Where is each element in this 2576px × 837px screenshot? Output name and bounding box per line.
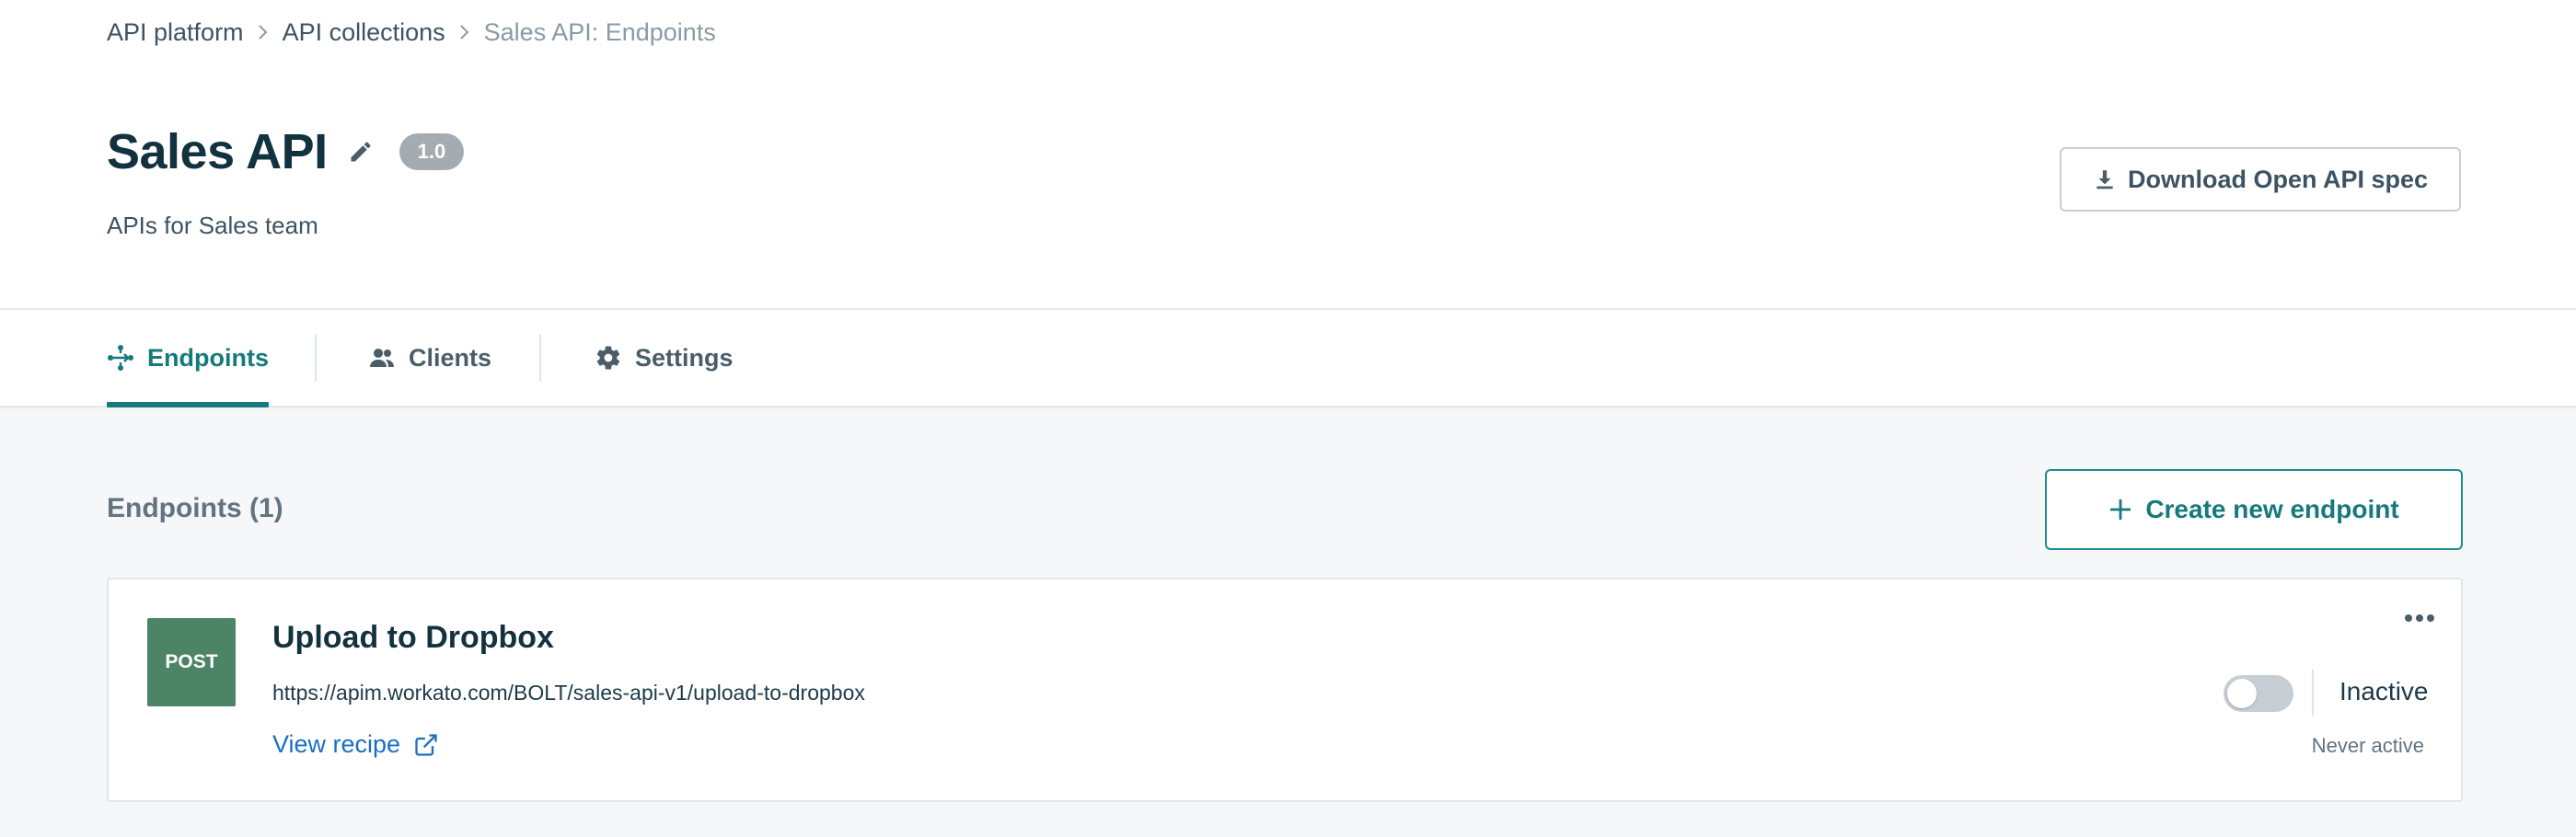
api-description: APIs for Sales team	[107, 212, 318, 239]
endpoint-url: https://apim.workato.com/BOLT/sales-api-…	[272, 681, 865, 705]
breadcrumb-api-platform[interactable]: API platform	[107, 18, 244, 47]
status-divider	[2312, 670, 2314, 716]
page-header: API platform API collections Sales API: …	[0, 0, 2576, 310]
toggle-knob	[2227, 679, 2257, 708]
tab-clients-label: Clients	[409, 343, 492, 372]
breadcrumb-api-collections[interactable]: API collections	[283, 18, 445, 47]
tab-clients[interactable]: Clients	[368, 310, 491, 406]
chevron-right-icon	[458, 23, 471, 41]
breadcrumb-current: Sales API: Endpoints	[483, 17, 716, 46]
title-row: Sales API 1.0	[107, 120, 465, 184]
download-openapi-button[interactable]: Download Open API spec	[2060, 147, 2461, 212]
tab-bar: Endpoints Clients Settings	[0, 310, 2576, 407]
tab-settings[interactable]: Settings	[595, 310, 734, 406]
tab-divider	[539, 334, 541, 382]
endpoint-status: Inactive	[2339, 677, 2429, 705]
breadcrumb: API platform API collections Sales API: …	[107, 17, 716, 48]
endpoints-icon	[107, 344, 134, 372]
external-link-icon	[413, 732, 439, 758]
pencil-icon[interactable]	[348, 139, 374, 165]
tab-settings-label: Settings	[635, 343, 734, 372]
version-badge: 1.0	[399, 133, 465, 170]
page-title: Sales API	[107, 124, 328, 179]
endpoints-count-heading: Endpoints (1)	[107, 493, 283, 523]
endpoint-active-toggle[interactable]	[2224, 675, 2293, 712]
tab-endpoints-label: Endpoints	[147, 343, 269, 372]
chevron-right-icon	[257, 23, 270, 41]
tab-endpoints[interactable]: Endpoints	[107, 310, 269, 407]
view-recipe-link[interactable]: View recipe	[272, 730, 439, 759]
endpoint-card[interactable]: POST Upload to Dropbox https://apim.work…	[107, 578, 2463, 802]
download-openapi-label: Download Open API spec	[2127, 165, 2429, 193]
view-recipe-label: View recipe	[272, 730, 401, 758]
method-badge: POST	[147, 618, 236, 706]
gear-icon	[595, 344, 622, 372]
create-endpoint-button[interactable]: Create new endpoint	[2045, 469, 2463, 550]
download-icon	[2093, 167, 2117, 191]
plus-icon	[2108, 498, 2132, 522]
create-endpoint-label: Create new endpoint	[2145, 495, 2399, 523]
endpoint-title[interactable]: Upload to Dropbox	[272, 620, 554, 656]
tab-divider	[315, 334, 317, 382]
more-options-button[interactable]	[2398, 605, 2441, 631]
ellipsis-icon	[2405, 614, 2434, 622]
users-icon	[368, 344, 396, 372]
last-active-text: Never active	[2311, 734, 2424, 757]
